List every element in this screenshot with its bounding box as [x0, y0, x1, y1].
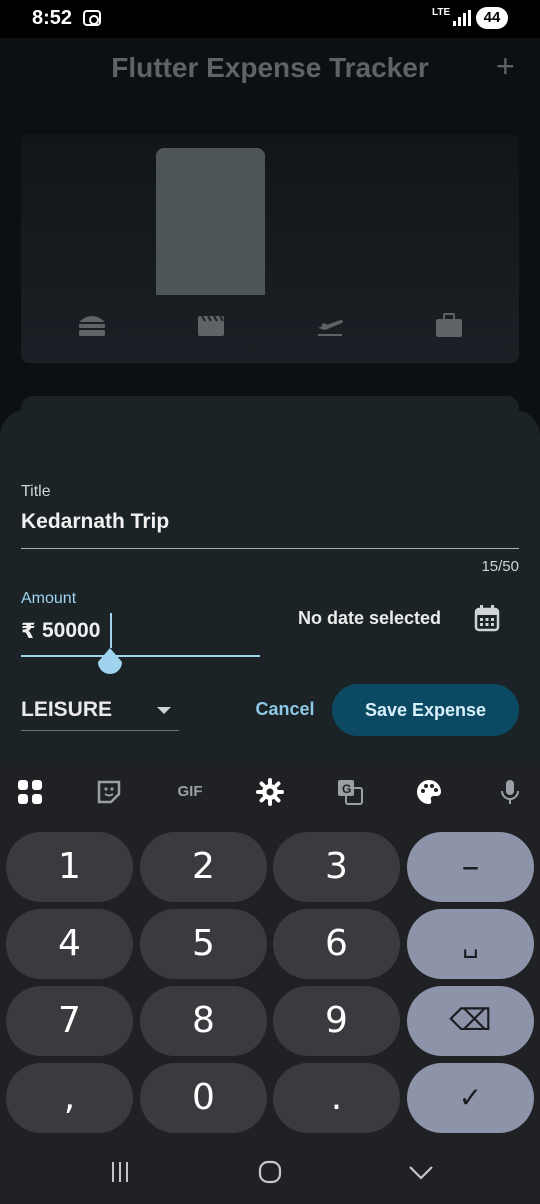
key-3[interactable]: 3 — [273, 832, 400, 902]
backspace-key[interactable]: ⌫ — [407, 986, 534, 1056]
palette-icon[interactable] — [415, 778, 443, 806]
key-7[interactable]: 7 — [6, 986, 133, 1056]
keyboard-toolbar: GIF G — [0, 762, 540, 822]
key-6[interactable]: 6 — [273, 909, 400, 979]
translate-icon[interactable]: G — [336, 778, 364, 806]
key-2[interactable]: 2 — [140, 832, 267, 902]
mic-icon[interactable] — [496, 778, 524, 806]
title-input[interactable]: Kedarnath Trip — [21, 510, 169, 534]
status-bar: 8:52 LTE 44 — [0, 0, 540, 38]
key-9[interactable]: 9 — [273, 986, 400, 1056]
signal-icon — [453, 10, 471, 26]
battery-indicator: 44 — [476, 7, 508, 29]
title-label: Title — [21, 483, 51, 500]
chart-bar-food — [156, 148, 265, 295]
numeric-keyboard: GIF G 1 2 3 – 4 5 6 ␣ 7 8 9 ⌫ , 0 . ✓ — [0, 762, 540, 1204]
key-minus[interactable]: – — [407, 832, 534, 902]
amount-label: Amount — [21, 590, 77, 607]
expense-chart — [21, 134, 519, 363]
work-briefcase-icon — [436, 313, 462, 337]
svg-text:G: G — [342, 782, 351, 796]
cursor-handle[interactable] — [95, 648, 125, 680]
calendar-icon[interactable] — [474, 604, 500, 632]
amount-underline — [21, 655, 260, 657]
key-1[interactable]: 1 — [6, 832, 133, 902]
system-nav-bar — [0, 1140, 540, 1204]
done-key[interactable]: ✓ — [407, 1063, 534, 1133]
status-time: 8:52 — [32, 7, 73, 29]
dropdown-arrow-icon[interactable] — [157, 707, 171, 714]
network-type: LTE — [432, 7, 451, 18]
text-cursor — [110, 613, 112, 648]
key-space[interactable]: ␣ — [407, 909, 534, 979]
save-expense-button[interactable]: Save Expense — [332, 684, 519, 736]
key-comma[interactable]: , — [6, 1063, 133, 1133]
apps-icon[interactable] — [16, 778, 44, 806]
amount-input[interactable]: 50000 — [42, 619, 100, 643]
category-underline — [21, 730, 179, 731]
selected-date-text: No date selected — [298, 608, 442, 628]
sticker-icon[interactable] — [95, 778, 123, 806]
back-chevron-down-icon[interactable] — [406, 1158, 436, 1186]
title-underline — [21, 548, 519, 549]
title-counter: 15/50 — [481, 558, 519, 575]
gif-button[interactable]: GIF — [172, 778, 208, 806]
settings-icon[interactable] — [256, 778, 284, 806]
key-8[interactable]: 8 — [140, 986, 267, 1056]
category-dropdown[interactable]: LEISURE — [21, 698, 112, 722]
screenshot-icon — [83, 10, 101, 26]
key-0[interactable]: 0 — [140, 1063, 267, 1133]
plus-icon[interactable]: + — [496, 50, 515, 82]
flight-takeoff-icon — [318, 320, 343, 336]
burger-icon — [79, 316, 105, 336]
cancel-button[interactable]: Cancel — [248, 686, 322, 732]
home-icon[interactable] — [255, 1158, 285, 1186]
recent-apps-icon[interactable] — [105, 1158, 135, 1186]
app-title: Flutter Expense Tracker — [111, 52, 429, 83]
currency-prefix: ₹ — [21, 620, 36, 643]
movie-icon — [198, 315, 224, 336]
key-period[interactable]: . — [273, 1063, 400, 1133]
key-5[interactable]: 5 — [140, 909, 267, 979]
key-4[interactable]: 4 — [6, 909, 133, 979]
